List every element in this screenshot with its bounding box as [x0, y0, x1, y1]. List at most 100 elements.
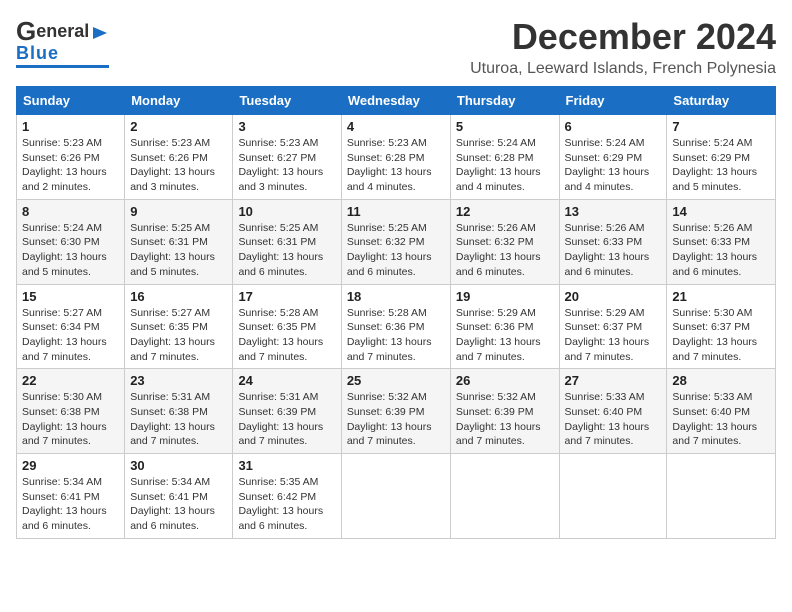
day-number: 18 [347, 289, 445, 304]
day-number: 25 [347, 373, 445, 388]
calendar-cell [341, 454, 450, 539]
calendar-cell [559, 454, 667, 539]
day-info: Sunrise: 5:24 AMSunset: 6:29 PMDaylight:… [672, 137, 757, 193]
day-number: 21 [672, 289, 770, 304]
day-number: 9 [130, 204, 227, 219]
calendar-cell: 3 Sunrise: 5:23 AMSunset: 6:27 PMDayligh… [233, 115, 341, 200]
day-number: 23 [130, 373, 227, 388]
logo-eneral: eneral [36, 21, 89, 42]
day-info: Sunrise: 5:26 AMSunset: 6:33 PMDaylight:… [565, 222, 650, 278]
calendar-cell: 15 Sunrise: 5:27 AMSunset: 6:34 PMDaylig… [17, 284, 125, 369]
day-number: 1 [22, 119, 119, 134]
week-row-2: 8 Sunrise: 5:24 AMSunset: 6:30 PMDayligh… [17, 199, 776, 284]
day-number: 27 [565, 373, 662, 388]
weekday-header-thursday: Thursday [450, 87, 559, 115]
day-info: Sunrise: 5:23 AMSunset: 6:28 PMDaylight:… [347, 137, 432, 193]
calendar-body: 1 Sunrise: 5:23 AMSunset: 6:26 PMDayligh… [17, 115, 776, 539]
day-number: 16 [130, 289, 227, 304]
location-title: Uturoa, Leeward Islands, French Polynesi… [470, 60, 776, 78]
calendar-cell: 29 Sunrise: 5:34 AMSunset: 6:41 PMDaylig… [17, 454, 125, 539]
day-number: 8 [22, 204, 119, 219]
day-number: 15 [22, 289, 119, 304]
day-info: Sunrise: 5:23 AMSunset: 6:26 PMDaylight:… [22, 137, 107, 193]
calendar-cell: 8 Sunrise: 5:24 AMSunset: 6:30 PMDayligh… [17, 199, 125, 284]
day-number: 7 [672, 119, 770, 134]
calendar-cell [667, 454, 776, 539]
day-info: Sunrise: 5:29 AMSunset: 6:36 PMDaylight:… [456, 307, 541, 363]
day-info: Sunrise: 5:24 AMSunset: 6:29 PMDaylight:… [565, 137, 650, 193]
day-number: 4 [347, 119, 445, 134]
day-number: 22 [22, 373, 119, 388]
day-info: Sunrise: 5:28 AMSunset: 6:35 PMDaylight:… [238, 307, 323, 363]
week-row-4: 22 Sunrise: 5:30 AMSunset: 6:38 PMDaylig… [17, 369, 776, 454]
calendar-cell: 28 Sunrise: 5:33 AMSunset: 6:40 PMDaylig… [667, 369, 776, 454]
day-info: Sunrise: 5:25 AMSunset: 6:32 PMDaylight:… [347, 222, 432, 278]
calendar-cell: 12 Sunrise: 5:26 AMSunset: 6:32 PMDaylig… [450, 199, 559, 284]
day-number: 28 [672, 373, 770, 388]
calendar-cell [450, 454, 559, 539]
weekday-header-row: SundayMondayTuesdayWednesdayThursdayFrid… [17, 87, 776, 115]
calendar-cell: 11 Sunrise: 5:25 AMSunset: 6:32 PMDaylig… [341, 199, 450, 284]
calendar-cell: 23 Sunrise: 5:31 AMSunset: 6:38 PMDaylig… [125, 369, 233, 454]
day-info: Sunrise: 5:23 AMSunset: 6:27 PMDaylight:… [238, 137, 323, 193]
day-info: Sunrise: 5:32 AMSunset: 6:39 PMDaylight:… [456, 391, 541, 447]
day-info: Sunrise: 5:30 AMSunset: 6:38 PMDaylight:… [22, 391, 107, 447]
calendar-cell: 18 Sunrise: 5:28 AMSunset: 6:36 PMDaylig… [341, 284, 450, 369]
logo-blue-text: Blue [16, 43, 59, 64]
calendar-cell: 17 Sunrise: 5:28 AMSunset: 6:35 PMDaylig… [233, 284, 341, 369]
day-number: 14 [672, 204, 770, 219]
calendar-cell: 2 Sunrise: 5:23 AMSunset: 6:26 PMDayligh… [125, 115, 233, 200]
calendar-cell: 25 Sunrise: 5:32 AMSunset: 6:39 PMDaylig… [341, 369, 450, 454]
day-info: Sunrise: 5:26 AMSunset: 6:32 PMDaylight:… [456, 222, 541, 278]
day-info: Sunrise: 5:29 AMSunset: 6:37 PMDaylight:… [565, 307, 650, 363]
day-info: Sunrise: 5:34 AMSunset: 6:41 PMDaylight:… [130, 476, 215, 532]
day-number: 11 [347, 204, 445, 219]
day-info: Sunrise: 5:25 AMSunset: 6:31 PMDaylight:… [238, 222, 323, 278]
calendar-cell: 27 Sunrise: 5:33 AMSunset: 6:40 PMDaylig… [559, 369, 667, 454]
day-info: Sunrise: 5:27 AMSunset: 6:35 PMDaylight:… [130, 307, 215, 363]
calendar-cell: 6 Sunrise: 5:24 AMSunset: 6:29 PMDayligh… [559, 115, 667, 200]
day-number: 10 [238, 204, 335, 219]
logo-blue-bar [16, 65, 109, 68]
day-number: 5 [456, 119, 554, 134]
day-info: Sunrise: 5:24 AMSunset: 6:30 PMDaylight:… [22, 222, 107, 278]
calendar-cell: 14 Sunrise: 5:26 AMSunset: 6:33 PMDaylig… [667, 199, 776, 284]
weekday-header-sunday: Sunday [17, 87, 125, 115]
day-info: Sunrise: 5:31 AMSunset: 6:39 PMDaylight:… [238, 391, 323, 447]
day-number: 29 [22, 458, 119, 473]
day-number: 31 [238, 458, 335, 473]
calendar-cell: 7 Sunrise: 5:24 AMSunset: 6:29 PMDayligh… [667, 115, 776, 200]
weekday-header-wednesday: Wednesday [341, 87, 450, 115]
week-row-3: 15 Sunrise: 5:27 AMSunset: 6:34 PMDaylig… [17, 284, 776, 369]
day-info: Sunrise: 5:25 AMSunset: 6:31 PMDaylight:… [130, 222, 215, 278]
logo-arrow-icon [91, 24, 109, 42]
day-info: Sunrise: 5:32 AMSunset: 6:39 PMDaylight:… [347, 391, 432, 447]
header: G eneral Blue December 2024 Uturoa, Leew… [16, 16, 776, 78]
weekday-header-tuesday: Tuesday [233, 87, 341, 115]
calendar-cell: 20 Sunrise: 5:29 AMSunset: 6:37 PMDaylig… [559, 284, 667, 369]
calendar-cell: 26 Sunrise: 5:32 AMSunset: 6:39 PMDaylig… [450, 369, 559, 454]
calendar-cell: 16 Sunrise: 5:27 AMSunset: 6:35 PMDaylig… [125, 284, 233, 369]
day-info: Sunrise: 5:27 AMSunset: 6:34 PMDaylight:… [22, 307, 107, 363]
day-number: 12 [456, 204, 554, 219]
day-info: Sunrise: 5:30 AMSunset: 6:37 PMDaylight:… [672, 307, 757, 363]
week-row-5: 29 Sunrise: 5:34 AMSunset: 6:41 PMDaylig… [17, 454, 776, 539]
calendar-cell: 10 Sunrise: 5:25 AMSunset: 6:31 PMDaylig… [233, 199, 341, 284]
day-info: Sunrise: 5:31 AMSunset: 6:38 PMDaylight:… [130, 391, 215, 447]
weekday-header-saturday: Saturday [667, 87, 776, 115]
day-number: 19 [456, 289, 554, 304]
day-number: 3 [238, 119, 335, 134]
day-info: Sunrise: 5:34 AMSunset: 6:41 PMDaylight:… [22, 476, 107, 532]
day-number: 13 [565, 204, 662, 219]
day-info: Sunrise: 5:33 AMSunset: 6:40 PMDaylight:… [672, 391, 757, 447]
month-title: December 2024 [470, 16, 776, 58]
day-number: 17 [238, 289, 335, 304]
logo: G eneral Blue [16, 16, 109, 68]
calendar-cell: 1 Sunrise: 5:23 AMSunset: 6:26 PMDayligh… [17, 115, 125, 200]
calendar-cell: 31 Sunrise: 5:35 AMSunset: 6:42 PMDaylig… [233, 454, 341, 539]
calendar-cell: 19 Sunrise: 5:29 AMSunset: 6:36 PMDaylig… [450, 284, 559, 369]
day-number: 26 [456, 373, 554, 388]
day-info: Sunrise: 5:33 AMSunset: 6:40 PMDaylight:… [565, 391, 650, 447]
calendar-cell: 9 Sunrise: 5:25 AMSunset: 6:31 PMDayligh… [125, 199, 233, 284]
weekday-header-monday: Monday [125, 87, 233, 115]
